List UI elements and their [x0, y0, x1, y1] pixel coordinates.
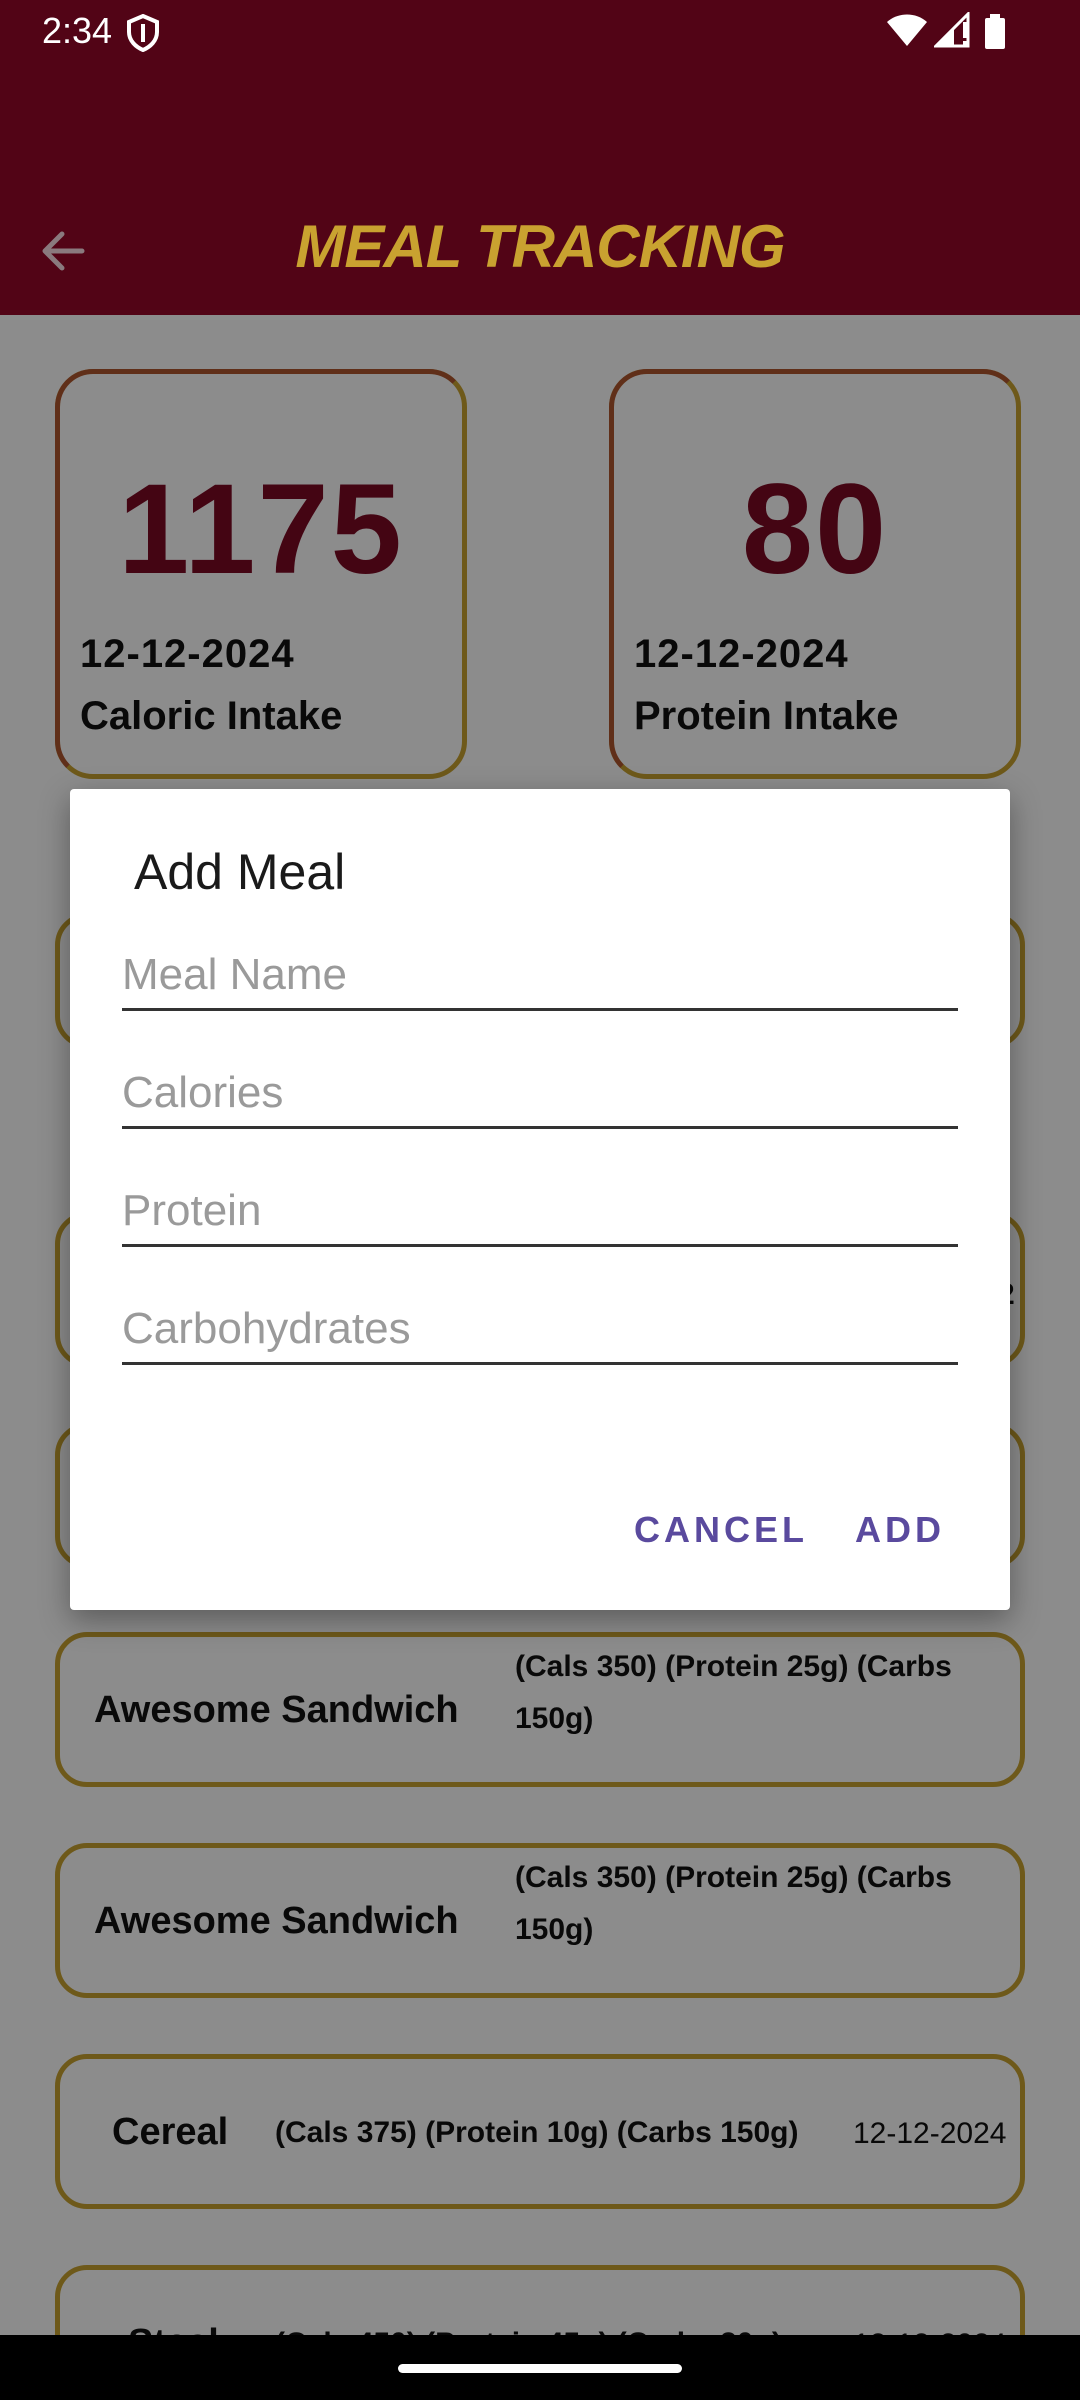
protein-field[interactable]: [122, 1178, 958, 1247]
signal-icon: [932, 10, 970, 53]
meal-name-field[interactable]: [122, 942, 958, 1011]
calories-field[interactable]: [122, 1060, 958, 1129]
status-bar: 2:34: [0, 0, 1080, 66]
protein-input[interactable]: [122, 1182, 958, 1240]
app-bar: MEAL TRACKING: [0, 66, 1080, 315]
navigation-bar: [0, 2335, 1080, 2400]
calories-input[interactable]: [122, 1064, 958, 1122]
home-gesture-handle[interactable]: [398, 2364, 682, 2373]
battery-icon: [984, 14, 1006, 55]
meal-name-input[interactable]: [122, 946, 958, 1004]
add-button[interactable]: ADD: [855, 1509, 945, 1551]
cancel-button[interactable]: CANCEL: [634, 1509, 808, 1551]
dialog-title: Add Meal: [134, 844, 346, 900]
status-time: 2:34: [42, 10, 113, 51]
carbohydrates-input[interactable]: [122, 1300, 958, 1358]
wifi-icon: [886, 12, 928, 53]
carbohydrates-field[interactable]: [122, 1296, 958, 1365]
shield-icon: [126, 13, 160, 57]
page-title: MEAL TRACKING: [295, 213, 785, 280]
add-meal-dialog: Add Meal CANCEL ADD: [70, 789, 1010, 1610]
